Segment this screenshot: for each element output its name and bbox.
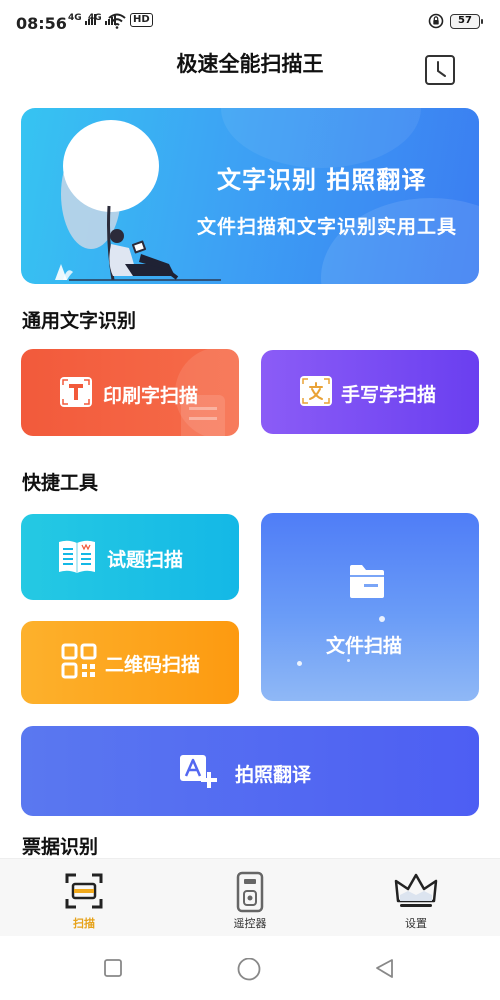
banner-decoration [321,198,479,284]
qr-scan-label: 二维码扫描 [105,654,201,676]
exam-scan-button[interactable]: 试题扫描 [21,514,239,600]
photo-translate-button[interactable]: 拍照翻译 [21,726,479,816]
home-icon[interactable] [236,958,262,984]
decor-dot [379,616,385,622]
scan-icon [65,873,103,909]
tab-settings-label: 设置 [405,917,427,930]
handwrite-scan-button[interactable]: 手写字扫描 [261,350,479,434]
remote-icon [236,871,264,913]
decor-dot [297,661,302,666]
back-icon[interactable] [374,958,396,980]
translate-icon [180,755,217,788]
tab-scan-label: 扫描 [73,917,95,930]
tab-remote[interactable]: 遥控器 [200,859,300,937]
system-navigation-bar [0,936,500,1000]
wifi-icon [108,13,126,29]
recent-apps-icon[interactable] [103,958,123,978]
signal-label-1: 4G [68,13,82,23]
print-scan-label: 印刷字扫描 [103,385,199,407]
text-t-icon [60,377,92,407]
section-title-tools: 快捷工具 [22,472,99,494]
rotation-lock-icon [428,13,444,29]
file-scan-label: 文件扫描 [326,635,403,657]
qr-scan-button[interactable]: 二维码扫描 [21,621,239,704]
status-time: 08:56 [16,14,67,33]
exam-scan-label: 试题扫描 [107,549,184,571]
handwrite-scan-label: 手写字扫描 [341,384,437,406]
photo-translate-label: 拍照翻译 [235,764,312,786]
hero-banner[interactable]: 文字识别 拍照翻译 文件扫描和文字识别实用工具 [21,108,479,284]
bottom-tab-bar: 扫描 遥控器 设置 [0,858,500,936]
banner-decoration-2 [221,108,421,168]
signal-label-2: 4G [88,13,102,23]
exam-paper-icon [59,540,95,573]
decor-dot [347,659,350,662]
tab-remote-label: 遥控器 [233,917,267,930]
print-scan-button[interactable]: 印刷字扫描 [21,349,239,436]
qr-code-icon [61,643,97,679]
file-scan-button[interactable]: 文件扫描 [261,513,479,701]
handwriting-icon [300,376,332,406]
banner-subtitle: 文件扫描和文字识别实用工具 [197,216,458,238]
tab-scan[interactable]: 扫描 [34,859,134,937]
status-bar: 08:56 4G 4G HD 57 [0,0,500,44]
tab-settings[interactable]: 设置 [366,859,466,937]
hd-badge: HD [130,13,153,27]
reading-person-illustration [55,120,221,281]
folder-icon [350,565,384,598]
section-title-receipt: 票据识别 [22,836,99,858]
clock-icon[interactable] [424,54,456,86]
banner-title: 文字识别 拍照翻译 [217,166,427,194]
section-title-ocr: 通用文字识别 [22,310,137,332]
crown-icon [394,873,438,907]
battery-indicator: 57 [450,14,483,29]
